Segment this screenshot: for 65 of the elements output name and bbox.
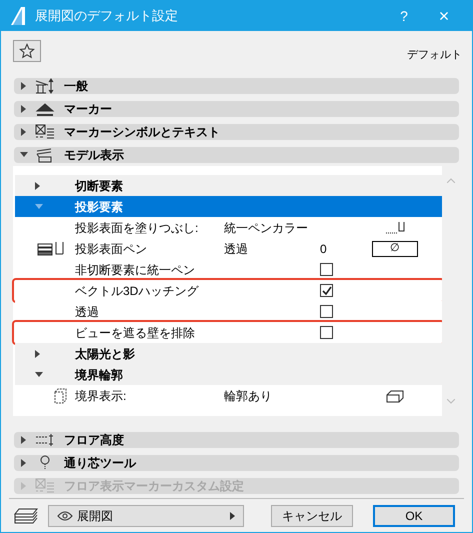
group-label: 太陽光と影: [75, 346, 135, 362]
pen-color-icon[interactable]: [384, 220, 406, 234]
section-title: マーカーシンボルとテキスト: [64, 124, 220, 141]
group-label: 投影要素: [75, 198, 123, 216]
group-label: 境界輪郭: [75, 366, 123, 384]
option-label: ビューを遮る壁を排除: [75, 324, 196, 342]
submenu-arrow-icon: [230, 512, 235, 520]
layers-icon: [13, 507, 39, 525]
group-row[interactable]: 切断要素: [15, 175, 442, 196]
window-title: 展開図のデフォルト設定: [35, 7, 178, 26]
settings-lines-icon: [34, 78, 56, 94]
ok-button[interactable]: OK: [373, 505, 455, 527]
symbol-text-icon: [34, 124, 56, 140]
option-label: 非切断要素に統一ペン: [75, 262, 196, 278]
collapse-arrow-icon[interactable]: [35, 372, 43, 378]
section-title: モデル表示: [64, 147, 124, 164]
star-icon: [19, 43, 35, 59]
section-title: 通り芯ツール: [64, 455, 136, 472]
option-label: ベクトル3Dハッチング: [75, 282, 200, 300]
field-label: 境界表示:: [75, 388, 128, 404]
section-title: マーカー: [64, 101, 112, 118]
option-label: 透過: [75, 304, 100, 320]
section-header[interactable]: フロア高度: [14, 432, 459, 448]
pen-number[interactable]: 0: [320, 242, 327, 256]
field-label: 投影表面ペン: [75, 240, 148, 258]
group-row[interactable]: 太陽光と影: [15, 343, 442, 364]
section-header[interactable]: 一般: [14, 78, 459, 94]
section-header[interactable]: モデル表示: [14, 147, 459, 163]
view-dropdown[interactable]: 展開図: [48, 505, 244, 527]
section-title: フロア高度: [64, 432, 124, 449]
checkbox[interactable]: [320, 284, 333, 297]
expand-arrow-icon[interactable]: [35, 350, 41, 358]
checkbox[interactable]: [320, 263, 333, 276]
group-label: 切断要素: [75, 178, 123, 194]
pen-swatch[interactable]: ∅: [372, 240, 418, 256]
field-value[interactable]: 統一ペンカラー: [224, 218, 320, 236]
field-value[interactable]: 輪郭あり: [224, 386, 320, 404]
cancel-button[interactable]: キャンセル: [271, 505, 353, 527]
section-title: 一般: [64, 78, 88, 95]
expand-arrow-icon[interactable]: [35, 182, 41, 190]
marker-icon: [34, 101, 56, 117]
expand-arrow-icon[interactable]: [21, 459, 27, 467]
expand-arrow-icon[interactable]: [21, 105, 27, 113]
field-label: 投影表面を塗りつぶし:: [75, 220, 200, 236]
expand-arrow-icon[interactable]: [21, 128, 27, 136]
section-header[interactable]: 通り芯ツール: [14, 455, 459, 471]
dashed-box-icon: [53, 388, 67, 404]
preset-label: デフォルト: [407, 48, 462, 63]
symbol-text-icon: [34, 478, 56, 494]
section-header[interactable]: マーカー: [14, 101, 459, 117]
expand-arrow-icon[interactable]: [21, 436, 27, 444]
check-icon: [322, 286, 332, 296]
collapse-arrow-icon[interactable]: [20, 152, 28, 158]
checkbox[interactable]: [320, 326, 333, 339]
group-row[interactable]: 境界輪郭: [15, 364, 442, 385]
eye-icon: [57, 511, 73, 521]
outline-box-icon[interactable]: [384, 388, 406, 402]
group-row[interactable]: 投影要素: [15, 196, 442, 217]
floor-levels-icon: [34, 432, 56, 448]
checkbox[interactable]: [320, 305, 333, 318]
field-value[interactable]: 透過: [224, 240, 320, 258]
expand-arrow-icon[interactable]: [21, 82, 27, 90]
favorites-button[interactable]: [13, 40, 41, 62]
app-logo-icon: [9, 6, 27, 26]
section-header[interactable]: マーカーシンボルとテキスト: [14, 124, 459, 140]
